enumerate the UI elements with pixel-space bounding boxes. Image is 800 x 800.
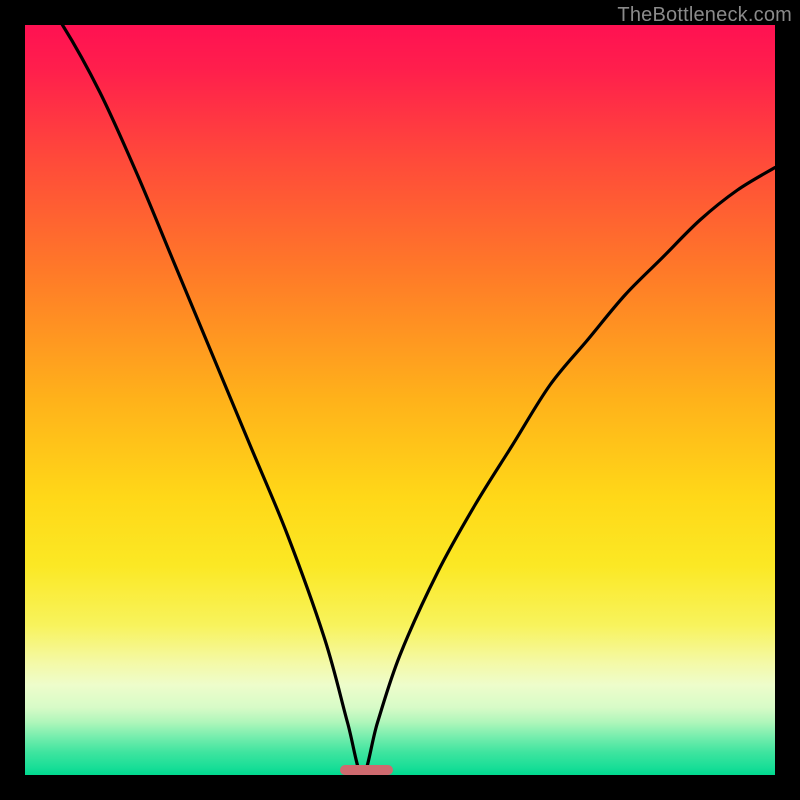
bottleneck-curve-path xyxy=(25,25,775,775)
optimal-marker xyxy=(340,765,393,775)
watermark-text: TheBottleneck.com xyxy=(617,4,792,27)
bottleneck-chart: TheBottleneck.com xyxy=(0,0,800,800)
curve-svg xyxy=(25,25,775,775)
plot-area xyxy=(25,25,775,775)
